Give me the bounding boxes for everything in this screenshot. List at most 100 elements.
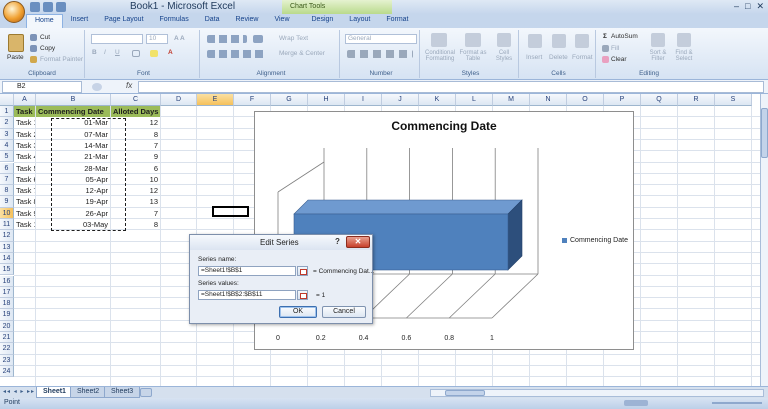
delete-cells-button[interactable]: Delete — [549, 54, 568, 61]
italic-icon[interactable]: I — [104, 49, 106, 56]
fill-button[interactable]: Fill — [611, 45, 619, 52]
maximize-icon[interactable]: □ — [745, 1, 750, 12]
tab-home[interactable]: Home — [26, 14, 63, 28]
font-size-combo[interactable]: 10 — [146, 34, 168, 44]
vertical-scroll-thumb[interactable] — [761, 108, 768, 158]
select-all-corner[interactable] — [0, 94, 14, 106]
row-header[interactable]: 4 — [0, 139, 14, 152]
tab-data[interactable]: Data — [197, 14, 228, 28]
series-name-input[interactable]: =Sheet1!$B$1 — [198, 266, 296, 276]
number-format-combo[interactable]: General — [345, 34, 417, 44]
name-box[interactable]: B2 — [2, 81, 82, 93]
row-header[interactable]: 10 — [0, 207, 14, 219]
tab-page-layout[interactable]: Page Layout — [96, 14, 151, 28]
format-painter-button[interactable]: Format Painter — [40, 56, 83, 63]
font-name-combo[interactable] — [91, 34, 143, 44]
autosum-button[interactable]: AutoSum — [611, 33, 638, 40]
row-header[interactable]: 22 — [0, 343, 14, 355]
series-values-collapse-icon[interactable] — [297, 290, 308, 300]
dialog-close-button[interactable]: ✕ — [346, 236, 370, 248]
column-header[interactable]: H — [308, 94, 345, 106]
insert-sheet-icon[interactable] — [140, 388, 152, 397]
horizontal-scroll-thumb[interactable] — [445, 390, 485, 396]
insert-function-icon[interactable]: fx — [126, 81, 132, 90]
format-as-table-button[interactable]: Format as Table — [459, 50, 487, 62]
sort-filter-button[interactable]: Sort & Filter — [645, 50, 671, 62]
view-mode-icons[interactable] — [624, 400, 648, 406]
table-cell[interactable]: Task 9 — [14, 208, 35, 219]
sheet-nav-icons[interactable]: ◂◂ ◂ ▸ ▸▸ — [3, 388, 35, 395]
tab-review[interactable]: Review — [228, 14, 267, 28]
row-header[interactable]: 18 — [0, 298, 14, 310]
column-header[interactable]: E — [197, 94, 234, 106]
close-icon[interactable]: ✕ — [756, 1, 764, 12]
ok-button[interactable]: OK — [279, 306, 317, 318]
series-name-collapse-icon[interactable] — [297, 266, 308, 276]
fill-color-icon[interactable] — [150, 50, 158, 57]
tab-insert[interactable]: Insert — [63, 14, 97, 28]
cell-styles-button[interactable]: Cell Styles — [491, 50, 517, 62]
help-icon[interactable]: ? — [335, 237, 340, 246]
column-header[interactable]: C — [111, 94, 161, 106]
table-cell[interactable]: Task 8 — [14, 196, 35, 207]
tab-design[interactable]: Design — [304, 14, 342, 28]
column-header[interactable]: S — [715, 94, 752, 106]
undo-icon[interactable] — [43, 2, 53, 12]
format-cells-button[interactable]: Format — [572, 54, 593, 61]
column-header[interactable]: F — [234, 94, 271, 106]
active-cell[interactable] — [212, 206, 249, 217]
table-cell[interactable]: Task 5 — [14, 163, 35, 174]
column-header[interactable]: N — [530, 94, 567, 106]
row-header[interactable]: 5 — [0, 151, 14, 163]
sheet-tab-sheet2[interactable]: Sheet2 — [70, 387, 107, 398]
clear-button[interactable]: Clear — [611, 56, 627, 63]
table-cell[interactable]: Task 7 — [14, 185, 35, 196]
office-button-icon[interactable] — [3, 1, 25, 23]
orientation-icon[interactable] — [253, 35, 263, 43]
table-cell[interactable]: Task 3 — [14, 140, 35, 151]
column-header[interactable]: O — [567, 94, 604, 106]
column-header[interactable]: J — [382, 94, 419, 106]
table-cell[interactable]: Task 4 — [14, 151, 35, 162]
cancel-button[interactable]: Cancel — [322, 306, 366, 318]
table-cell[interactable]: Task 2 — [14, 129, 35, 140]
column-header[interactable]: K — [419, 94, 456, 106]
horizontal-align-icons[interactable] — [207, 50, 267, 58]
tab-view[interactable]: View — [266, 14, 297, 28]
find-select-button[interactable]: Find & Select — [671, 50, 697, 62]
merge-center-button[interactable]: Merge & Center — [279, 50, 325, 57]
formula-input[interactable] — [138, 81, 764, 93]
column-header[interactable]: L — [456, 94, 493, 106]
row-header[interactable]: 11 — [0, 219, 14, 231]
font-color-icon[interactable]: A — [168, 49, 173, 56]
row-header[interactable]: 13 — [0, 241, 14, 253]
borders-icon[interactable] — [132, 50, 140, 57]
column-header[interactable]: D — [161, 94, 197, 106]
row-header[interactable]: 3 — [0, 128, 14, 140]
row-header[interactable]: 16 — [0, 275, 14, 287]
row-header[interactable]: 12 — [0, 230, 14, 242]
column-header[interactable]: A — [14, 94, 36, 106]
row-header[interactable]: 7 — [0, 173, 14, 186]
row-header[interactable]: 20 — [0, 320, 14, 332]
column-header[interactable]: Q — [641, 94, 678, 106]
underline-icon[interactable]: U — [115, 49, 120, 56]
column-header[interactable]: R — [678, 94, 715, 106]
column-header[interactable]: G — [271, 94, 308, 106]
redo-icon[interactable] — [56, 2, 66, 12]
name-box-dropdown-icon[interactable] — [92, 83, 102, 91]
table-header-cell[interactable]: Task — [14, 106, 35, 118]
row-header[interactable]: 8 — [0, 185, 14, 197]
zoom-slider[interactable] — [712, 402, 762, 404]
sheet-tab-sheet1[interactable]: Sheet1 — [36, 387, 73, 398]
row-header[interactable]: 2 — [0, 117, 14, 129]
column-header[interactable]: B — [36, 94, 111, 106]
sheet-tab-sheet3[interactable]: Sheet3 — [104, 387, 141, 398]
dialog-titlebar[interactable]: Edit Series ? ✕ — [190, 235, 372, 250]
save-icon[interactable] — [30, 2, 40, 12]
minimize-icon[interactable]: – — [734, 1, 739, 12]
row-header[interactable]: 1 — [0, 106, 14, 118]
row-header[interactable]: 23 — [0, 354, 14, 366]
table-cell[interactable]: Task 1 — [14, 117, 35, 128]
bold-icon[interactable]: B — [92, 49, 97, 56]
